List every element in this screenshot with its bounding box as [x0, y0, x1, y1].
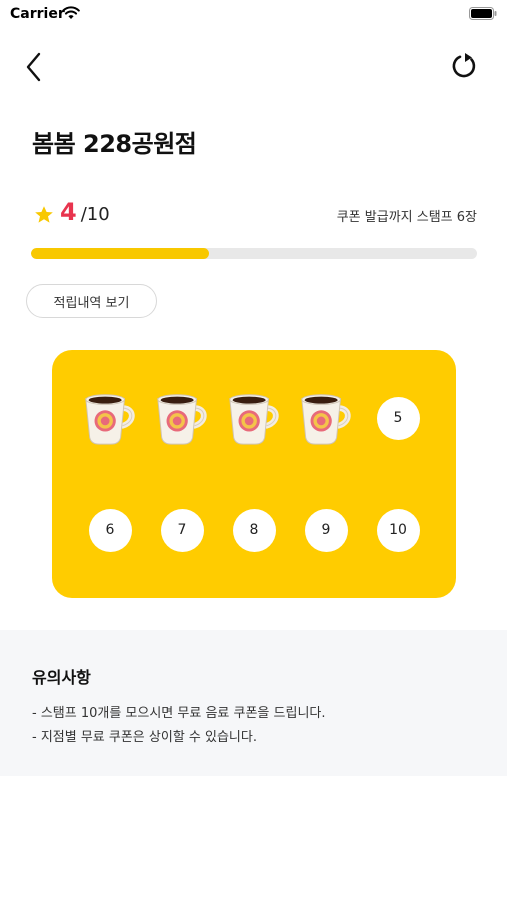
stamped-coffee-cup-icon: [229, 394, 279, 445]
notice-line: - 스탬프 10개를 모으시면 무료 음료 쿠폰을 드립니다.: [32, 706, 326, 721]
view-history-button[interactable]: 적립내역 보기: [26, 284, 157, 318]
back-button[interactable]: [22, 50, 48, 84]
refresh-icon: [452, 53, 476, 78]
notice-line: - 지점별 무료 쿠폰은 상이할 수 있습니다.: [32, 730, 257, 745]
stamp-slot-number: 6: [88, 508, 132, 552]
status-bar: Carrier: [0, 0, 507, 28]
stamp-slot-filled: [80, 388, 140, 448]
star-icon: [35, 206, 53, 223]
stamp-count-current: 4: [60, 198, 77, 226]
notice-title: 유의사항: [32, 668, 91, 687]
refresh-button[interactable]: [449, 50, 479, 82]
stamp-slot-empty: 9: [296, 500, 356, 560]
stamp-slot-empty: 6: [80, 500, 140, 560]
stamp-card: 5 6 7 8 9 10: [52, 350, 456, 598]
stamped-coffee-cup-icon: [157, 394, 207, 445]
stamp-slot-number: 8: [232, 508, 276, 552]
coupon-remaining-text: 쿠폰 발급까지 스탬프 6장: [336, 210, 477, 225]
chevron-left-icon: [26, 52, 41, 82]
stamp-slot-number: 7: [160, 508, 204, 552]
stamp-slot-empty: 10: [368, 500, 428, 560]
stamp-slot-number: 5: [376, 396, 420, 440]
stamped-coffee-cup-icon: [301, 394, 351, 445]
stamped-coffee-cup-icon: [85, 394, 135, 445]
stamp-slot-empty: 7: [152, 500, 212, 560]
stamp-count-total: 10: [86, 204, 110, 225]
stamp-slot-number: 10: [376, 508, 420, 552]
wifi-icon: [62, 6, 80, 19]
stamp-slot-number: 9: [304, 508, 348, 552]
notice-section: 유의사항 - 스탬프 10개를 모으시면 무료 음료 쿠폰을 드립니다. - 지…: [0, 630, 507, 776]
page-title: 봄봄 228공원점: [32, 130, 197, 158]
stamp-progress-bar: [31, 248, 477, 259]
stamp-slot-filled: [296, 388, 356, 448]
stamp-count: 4 / 10: [34, 198, 110, 232]
stamp-slot-empty: 8: [224, 500, 284, 560]
stamp-progress-fill: [31, 248, 210, 259]
stamp-slot-filled: [224, 388, 284, 448]
carrier-label: Carrier: [10, 6, 65, 22]
stamp-slot-empty: 5: [368, 388, 428, 448]
stamp-slot-filled: [152, 388, 212, 448]
battery-icon: [469, 7, 497, 20]
